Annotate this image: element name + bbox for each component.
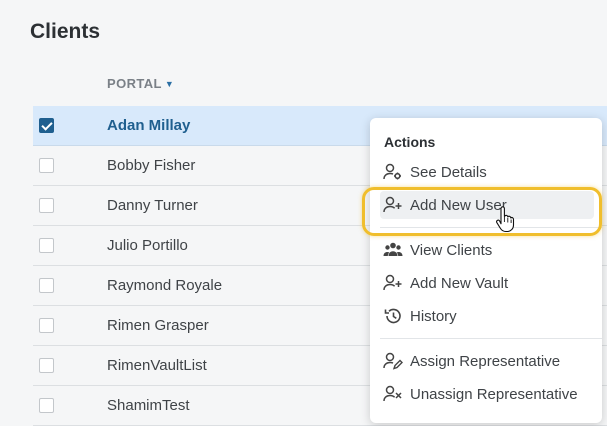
client-name[interactable]: Raymond Royale [107, 277, 222, 294]
hand-cursor-icon [496, 206, 515, 233]
client-name[interactable]: RimenVaultList [107, 357, 207, 374]
menu-item-label: Add New Vault [410, 274, 509, 292]
menu-item-label: View Clients [410, 241, 493, 259]
menu-item-see-details[interactable]: See Details [380, 158, 594, 186]
user-plus-icon [383, 273, 405, 293]
row-checkbox[interactable] [39, 238, 54, 253]
menu-item-label: See Details [410, 163, 487, 181]
row-checkbox[interactable] [39, 318, 54, 333]
user-x-icon [383, 384, 405, 404]
menu-item-label: Assign Representative [410, 352, 561, 370]
user-gear-icon [383, 162, 405, 182]
menu-item-label: History [410, 307, 457, 325]
row-checkbox[interactable] [39, 118, 54, 133]
row-checkbox[interactable] [39, 198, 54, 213]
row-checkbox[interactable] [39, 358, 54, 373]
client-name[interactable]: Bobby Fisher [107, 157, 195, 174]
actions-menu-title: Actions [384, 134, 436, 150]
row-checkbox[interactable] [39, 158, 54, 173]
row-checkbox[interactable] [39, 398, 54, 413]
menu-item-assign-representative[interactable]: Assign Representative [380, 347, 594, 375]
actions-menu: Actions See Details Add New User View Cl… [370, 118, 602, 423]
highlight-ring [362, 187, 602, 236]
menu-item-add-new-vault[interactable]: Add New Vault [380, 269, 594, 297]
menu-item-label: Unassign Representative [410, 385, 578, 403]
menu-divider [380, 338, 602, 339]
users-group-icon [383, 240, 405, 260]
client-name[interactable]: Julio Portillo [107, 237, 188, 254]
portal-column-label: PORTAL [107, 76, 162, 91]
user-edit-icon [383, 351, 405, 371]
client-name[interactable]: Adan Millay [107, 117, 190, 134]
client-name[interactable]: Danny Turner [107, 197, 198, 214]
menu-item-history[interactable]: History [380, 302, 594, 330]
history-icon [383, 306, 405, 326]
page-title: Clients [30, 20, 101, 43]
menu-item-unassign-representative[interactable]: Unassign Representative [380, 380, 594, 408]
client-name[interactable]: ShamimTest [107, 397, 190, 414]
row-checkbox[interactable] [39, 278, 54, 293]
sort-caret-icon[interactable]: ▼ [165, 79, 174, 89]
client-name[interactable]: Rimen Grasper [107, 317, 209, 334]
portal-column-header[interactable]: PORTAL ▼ [107, 76, 174, 91]
menu-item-view-clients[interactable]: View Clients [380, 236, 594, 264]
